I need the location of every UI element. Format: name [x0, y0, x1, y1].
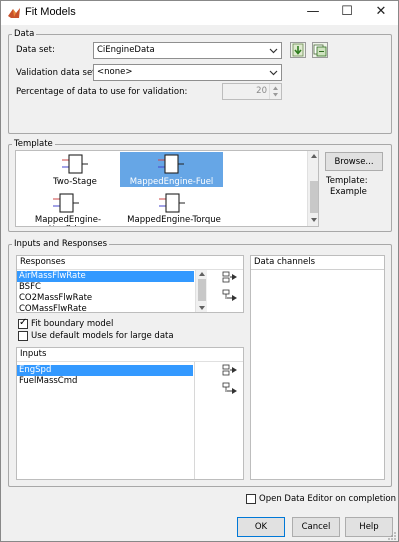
validation-data-set-value: <none>	[97, 67, 133, 77]
template-item-label: Two-Stage	[53, 177, 97, 187]
window-title: Fit Models	[25, 6, 76, 18]
validation-percentage-spinner[interactable]: 20	[222, 83, 282, 100]
data-channels-header: Data channels	[251, 256, 384, 270]
validation-percentage-label: Percentage of data to use for validation…	[16, 87, 188, 97]
inputs-list[interactable]: Inputs EngSpd FuelMassCmd	[16, 347, 244, 480]
template-item-label: MappedEngine-Nonfiring	[34, 215, 102, 226]
title-bar: Fit Models — ☐ ✕	[1, 1, 398, 25]
close-icon: ✕	[375, 4, 387, 19]
data-group-title: Data	[12, 29, 37, 39]
list-item[interactable]: EngSpd	[17, 365, 193, 376]
inputs-list-divider	[194, 362, 195, 479]
chevron-down-icon	[269, 70, 278, 76]
template-name: Example	[330, 187, 367, 197]
minimize-icon: —	[306, 4, 320, 19]
template-item-two-stage[interactable]: Two-Stage	[36, 152, 114, 189]
validation-data-set-dropdown[interactable]: <none>	[93, 64, 282, 81]
data-channels-divider	[251, 269, 384, 270]
template-list[interactable]: Two-Stage MappedEngine-Fuel MappedEngine…	[15, 150, 319, 227]
open-data-editor-label: Open Data Editor on completion	[259, 494, 396, 504]
ok-button[interactable]: OK	[237, 517, 285, 537]
fit-models-window: Fit Models — ☐ ✕ Data Data set: CiEngine…	[0, 0, 399, 542]
list-item[interactable]: COMassFlwRate	[17, 304, 194, 312]
scroll-down-icon[interactable]	[198, 305, 206, 311]
data-set-value: CiEngineData	[97, 45, 155, 55]
data-set-dropdown[interactable]: CiEngineData	[93, 42, 282, 59]
scroll-down-icon[interactable]	[310, 217, 318, 223]
remove-input-icon[interactable]	[222, 381, 238, 395]
model-block-icon	[53, 193, 79, 213]
template-caption: Template:	[326, 176, 368, 186]
add-input-icon[interactable]	[222, 363, 238, 377]
scroll-up-icon[interactable]	[198, 271, 206, 277]
open-data-editor-checkbox[interactable]	[246, 494, 256, 504]
template-item-label: MappedEngine-Fuel	[129, 177, 214, 187]
import-data-button[interactable]	[290, 42, 306, 58]
spinner-up-down-icon	[273, 86, 278, 97]
browse-button[interactable]: Browse...	[325, 152, 383, 171]
data-channels-list[interactable]: Data channels	[250, 255, 385, 480]
data-set-label: Data set:	[16, 45, 55, 55]
default-models-checkbox[interactable]	[18, 331, 28, 341]
spinner-arrows[interactable]	[269, 84, 281, 99]
scroll-thumb[interactable]	[198, 279, 206, 301]
list-item[interactable]: FuelMassCmd	[17, 376, 193, 387]
remove-response-icon[interactable]	[222, 288, 238, 302]
inputs-header: Inputs	[17, 348, 243, 362]
edit-data-button[interactable]	[312, 42, 328, 58]
template-item-mappedengine-fuel[interactable]: MappedEngine-Fuel	[120, 152, 223, 187]
matlab-app-icon	[8, 8, 20, 18]
template-item-mappedengine-torque[interactable]: MappedEngine-Torque	[122, 191, 226, 226]
template-group-title: Template	[12, 139, 55, 149]
list-item[interactable]: BSFC	[17, 282, 194, 293]
add-response-icon[interactable]	[222, 270, 238, 284]
close-button[interactable]: ✕	[364, 1, 398, 25]
default-models-label: Use default models for large data	[31, 331, 174, 341]
maximize-button[interactable]: ☐	[330, 1, 364, 25]
import-data-icon	[292, 43, 304, 57]
responses-scrollbar[interactable]	[195, 270, 207, 312]
fit-boundary-checkbox[interactable]	[18, 317, 28, 329]
minimize-button[interactable]: —	[296, 1, 330, 25]
template-item-label: MappedEngine-Torque	[127, 215, 221, 225]
fit-boundary-label: Fit boundary model	[31, 319, 114, 329]
model-block-icon	[159, 193, 185, 213]
list-item[interactable]: CO2MassFlwRate	[17, 293, 194, 304]
responses-list[interactable]: Responses AirMassFlwRate BSFC CO2MassFlw…	[16, 255, 244, 313]
inputs-responses-group-title: Inputs and Responses	[12, 239, 110, 249]
template-list-scrollbar[interactable]	[307, 151, 318, 226]
cancel-button[interactable]: Cancel	[292, 517, 340, 537]
template-item-mappedengine-nonfiring[interactable]: MappedEngine-Nonfiring	[16, 191, 120, 226]
validation-data-set-label: Validation data set:	[16, 68, 99, 78]
model-block-icon	[158, 154, 184, 174]
maximize-icon: ☐	[341, 4, 353, 19]
list-item[interactable]: AirMassFlwRate	[17, 271, 194, 282]
data-editor-icon	[313, 44, 327, 57]
resize-grip-icon[interactable]	[387, 531, 397, 541]
validation-percentage-value: 20	[256, 86, 267, 96]
scroll-up-icon[interactable]	[310, 153, 318, 159]
model-block-icon	[62, 154, 88, 174]
scroll-thumb[interactable]	[310, 181, 318, 213]
help-button[interactable]: Help	[345, 517, 393, 537]
responses-header: Responses	[17, 256, 243, 270]
chevron-down-icon	[269, 48, 278, 54]
